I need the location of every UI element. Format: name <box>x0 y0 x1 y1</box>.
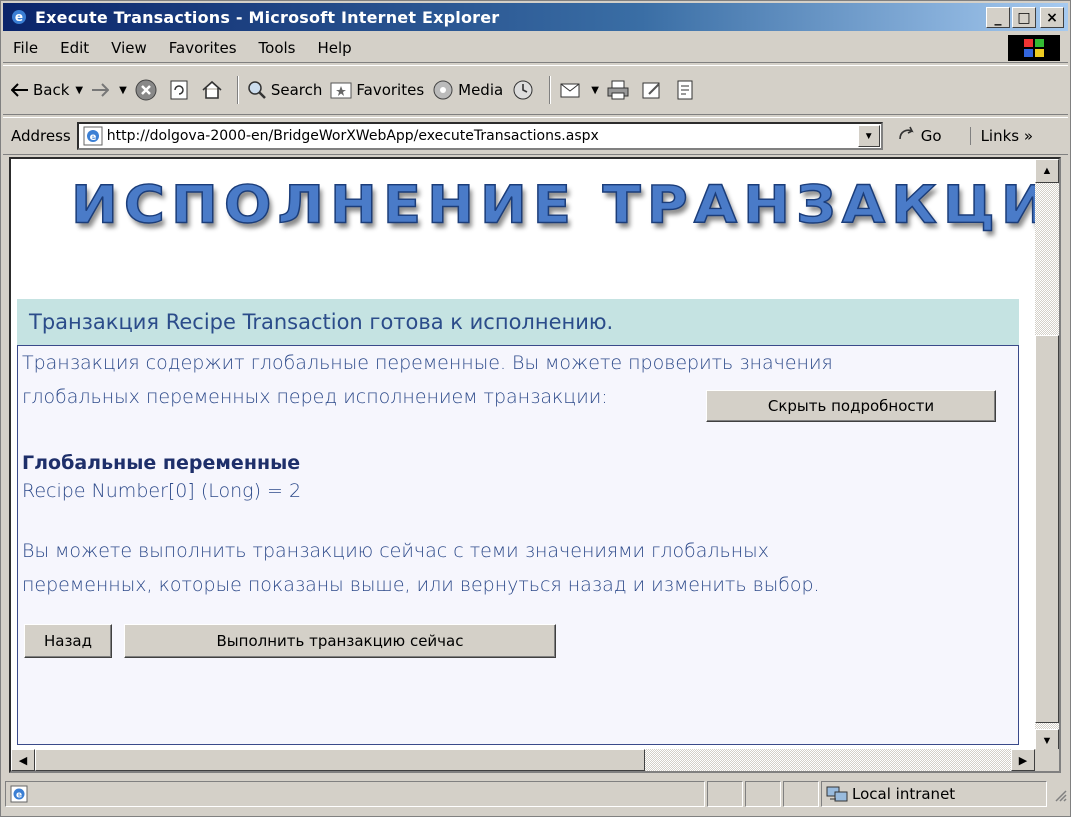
history-button[interactable] <box>511 79 539 101</box>
menu-view[interactable]: View <box>100 39 158 57</box>
page-viewport: ИСПОЛНЕНИЕ ТРАНЗАКЦИЙ Транзакция Recipe … <box>9 157 1061 773</box>
svg-text:e: e <box>16 791 22 801</box>
status-cell <box>707 781 743 807</box>
status-message-cell: e <box>5 781 705 807</box>
refresh-icon <box>169 79 189 101</box>
go-label: Go <box>920 127 942 145</box>
links-toolbar[interactable]: Links » <box>969 127 1033 145</box>
resize-grip-icon[interactable] <box>1051 786 1067 802</box>
address-dropdown-icon[interactable]: ▼ <box>857 125 880 147</box>
page-content: ИСПОЛНЕНИЕ ТРАНЗАКЦИЙ Транзакция Recipe … <box>11 159 1061 753</box>
window-title: Execute Transactions - Microsoft Interne… <box>35 7 500 27</box>
menu-tools[interactable]: Tools <box>248 39 307 57</box>
intranet-icon <box>826 785 848 803</box>
note-text-line1: Вы можете выполнить транзакцию сейчас с … <box>22 540 769 562</box>
toolbar-separator <box>549 76 552 104</box>
forward-button[interactable]: ▼ <box>91 83 127 97</box>
note-text-line2: переменных, которые показаны выше, или в… <box>22 574 820 596</box>
print-button[interactable] <box>607 80 633 100</box>
history-icon <box>511 79 535 101</box>
stop-button[interactable] <box>135 79 161 101</box>
menu-bar: File Edit View Favorites Tools Help <box>3 33 1068 63</box>
media-label: Media <box>458 81 504 99</box>
vertical-scroll-thumb[interactable] <box>1035 335 1059 723</box>
maximize-button[interactable]: □ <box>1012 7 1036 28</box>
standard-toolbar: Back ▼ ▼ Search Favorites Media ▼ <box>3 65 1068 115</box>
forward-dropdown-icon[interactable]: ▼ <box>119 85 127 96</box>
edit-button[interactable] <box>641 80 667 100</box>
back-dropdown-icon[interactable]: ▼ <box>75 85 83 96</box>
print-icon <box>607 80 629 100</box>
back-label: Back <box>33 81 70 99</box>
ie-icon: e <box>9 7 29 27</box>
ie-page-icon: e <box>83 126 103 146</box>
search-icon <box>247 80 267 100</box>
favorites-button[interactable]: Favorites <box>330 80 424 100</box>
windows-logo-icon <box>1008 35 1060 61</box>
close-button[interactable]: × <box>1040 7 1064 28</box>
security-zone-cell: Local intranet <box>821 781 1047 807</box>
toolbar-separator <box>236 76 239 104</box>
go-arrow-icon <box>897 125 917 147</box>
mail-button[interactable]: ▼ <box>559 80 599 100</box>
go-button[interactable]: Go <box>897 125 942 147</box>
status-cell <box>783 781 819 807</box>
address-url: http://dolgova-2000-en/BridgeWorXWebApp/… <box>106 128 599 144</box>
scroll-right-icon[interactable]: ▶ <box>1011 749 1035 771</box>
back-arrow-icon <box>11 83 29 97</box>
address-bar: Address e http://dolgova-2000-en/BridgeW… <box>3 117 1068 155</box>
mail-dropdown-icon[interactable]: ▼ <box>591 85 599 96</box>
menu-help[interactable]: Help <box>307 39 363 57</box>
discuss-icon <box>675 79 695 101</box>
svg-text:e: e <box>15 10 23 24</box>
horizontal-scrollbar[interactable]: ◀ ▶ <box>11 749 1035 771</box>
execute-transaction-button[interactable]: Выполнить транзакцию сейчас <box>124 624 556 658</box>
search-label: Search <box>270 81 323 99</box>
svg-text:e: e <box>89 132 96 143</box>
forward-arrow-icon <box>91 83 110 97</box>
scrollbar-corner <box>1035 749 1059 771</box>
media-icon <box>432 79 454 101</box>
browser-window: e Execute Transactions - Microsoft Inter… <box>0 0 1071 817</box>
status-cell <box>745 781 781 807</box>
menu-file[interactable]: File <box>3 39 49 57</box>
scroll-up-icon[interactable]: ▲ <box>1035 159 1059 183</box>
transaction-status-band: Транзакция Recipe Transaction готова к и… <box>17 299 1019 345</box>
horizontal-scroll-thumb[interactable] <box>35 749 645 771</box>
page-banner: ИСПОЛНЕНИЕ ТРАНЗАКЦИЙ <box>70 175 1061 236</box>
title-bar[interactable]: e Execute Transactions - Microsoft Inter… <box>3 3 1068 31</box>
intro-text-line1: Транзакция содержит глобальные переменны… <box>22 352 833 374</box>
scroll-left-icon[interactable]: ◀ <box>11 749 35 771</box>
security-zone-text: Local intranet <box>852 785 956 803</box>
globals-heading: Глобальные переменные <box>22 452 301 474</box>
search-button[interactable]: Search <box>247 80 323 100</box>
media-button[interactable]: Media <box>432 79 503 101</box>
home-button[interactable] <box>201 79 227 101</box>
back-button[interactable]: Back ▼ <box>11 81 83 99</box>
intro-text-line2: глобальных переменных перед исполнением … <box>22 386 608 408</box>
status-bar: e Local intranet <box>3 777 1068 811</box>
address-input[interactable]: e http://dolgova-2000-en/BridgeWorXWebAp… <box>76 122 883 150</box>
mail-icon <box>559 80 581 100</box>
discuss-button[interactable] <box>675 79 699 101</box>
refresh-button[interactable] <box>169 79 193 101</box>
stop-icon <box>135 79 157 101</box>
address-label: Address <box>11 127 71 145</box>
page-done-icon: e <box>10 785 28 803</box>
favorites-icon <box>330 80 352 100</box>
back-page-button[interactable]: Назад <box>24 624 112 658</box>
transaction-status-text: Транзакция Recipe Transaction готова к и… <box>29 310 614 334</box>
global-variable-value: Recipe Number[0] (Long) = 2 <box>22 480 302 502</box>
menu-favorites[interactable]: Favorites <box>158 39 248 57</box>
home-icon <box>201 79 223 101</box>
transaction-details-panel: Транзакция содержит глобальные переменны… <box>17 345 1019 745</box>
minimize-button[interactable]: _ <box>986 7 1010 28</box>
edit-icon <box>641 80 663 100</box>
menu-edit[interactable]: Edit <box>49 39 100 57</box>
favorites-label: Favorites <box>356 81 425 99</box>
vertical-scrollbar[interactable]: ▲ ▼ <box>1035 159 1059 753</box>
hide-details-button[interactable]: Скрыть подробности <box>706 390 996 422</box>
